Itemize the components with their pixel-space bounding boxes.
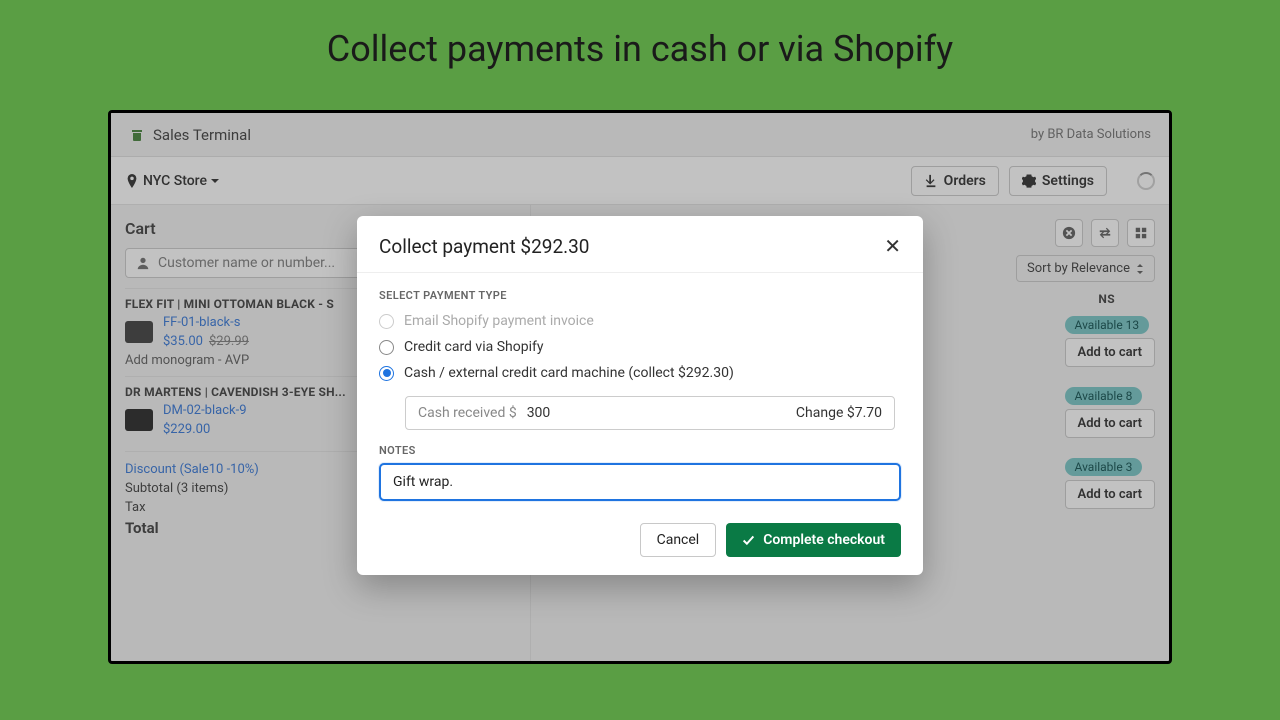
person-icon	[136, 256, 150, 270]
cart-item-price: $229.00	[163, 422, 210, 437]
byline: by BR Data Solutions	[1031, 127, 1151, 142]
radio-icon	[379, 340, 394, 355]
location-name: NYC Store	[143, 173, 207, 189]
cart-item-sku: FF-01-black-s	[163, 315, 249, 330]
complete-label: Complete checkout	[763, 532, 885, 548]
radio-email-invoice: Email Shopify payment invoice	[379, 308, 901, 334]
radio-cash[interactable]: Cash / external credit card machine (col…	[379, 360, 901, 386]
change-amount: Change $7.70	[796, 405, 882, 421]
settings-button[interactable]: Settings	[1009, 166, 1107, 196]
availability-tag: Available 8	[1065, 387, 1143, 405]
clear-icon[interactable]	[1055, 219, 1083, 247]
orders-label: Orders	[944, 173, 986, 189]
cash-received-input[interactable]	[527, 405, 597, 421]
radio-label: Credit card via Shopify	[404, 339, 543, 355]
toolbar: NYC Store Orders Settings	[111, 157, 1169, 205]
orders-button[interactable]: Orders	[911, 166, 999, 196]
loading-spinner	[1137, 172, 1155, 190]
product-thumb	[125, 409, 153, 431]
location-picker[interactable]: NYC Store	[125, 173, 219, 189]
product-thumb	[125, 321, 153, 343]
radio-icon	[379, 366, 394, 381]
payment-type-label: SELECT PAYMENT TYPE	[379, 289, 901, 302]
cash-received-label: Cash received $	[418, 405, 517, 421]
cart-item-compare: $29.99	[209, 334, 249, 349]
add-to-cart-button[interactable]: Add to cart	[1065, 338, 1155, 367]
cash-received-box: Cash received $ Change $7.70	[405, 396, 895, 430]
radio-credit-card[interactable]: Credit card via Shopify	[379, 334, 901, 360]
pin-icon	[125, 174, 139, 188]
chevron-down-icon	[211, 177, 219, 185]
app-name: Sales Terminal	[153, 126, 251, 144]
availability-tag: Available 3	[1065, 458, 1143, 476]
topbar: Sales Terminal by BR Data Solutions	[111, 113, 1169, 157]
download-icon	[924, 174, 938, 188]
hero-title: Collect payments in cash or via Shopify	[0, 0, 1280, 88]
grid-icon[interactable]	[1127, 219, 1155, 247]
notes-label: NOTES	[379, 444, 901, 457]
radio-label: Cash / external credit card machine (col…	[404, 365, 734, 381]
settings-label: Settings	[1042, 173, 1094, 189]
brand: Sales Terminal	[129, 126, 251, 144]
cart-item-price: $35.00	[163, 334, 203, 349]
radio-icon	[379, 314, 394, 329]
notes-input[interactable]	[379, 463, 901, 501]
terminal-icon	[129, 127, 145, 143]
availability-tag: Available 13	[1065, 316, 1150, 334]
radio-label: Email Shopify payment invoice	[404, 313, 594, 329]
complete-checkout-button[interactable]: Complete checkout	[726, 523, 901, 557]
cancel-button[interactable]: Cancel	[640, 523, 717, 557]
add-to-cart-button[interactable]: Add to cart	[1065, 409, 1155, 438]
check-icon	[742, 534, 755, 547]
cart-item-sku: DM-02-black-9	[163, 403, 247, 418]
modal-title: Collect payment $292.30	[379, 235, 589, 258]
add-to-cart-button[interactable]: Add to cart	[1065, 480, 1155, 509]
collect-payment-modal: Collect payment $292.30 ✕ SELECT PAYMENT…	[357, 216, 923, 575]
sort-label: Sort by Relevance	[1027, 261, 1130, 276]
sort-select[interactable]: Sort by Relevance	[1016, 255, 1155, 282]
swap-icon[interactable]	[1091, 219, 1119, 247]
close-icon[interactable]: ✕	[884, 234, 901, 258]
gear-icon	[1022, 174, 1036, 188]
sort-arrows-icon	[1136, 264, 1144, 274]
